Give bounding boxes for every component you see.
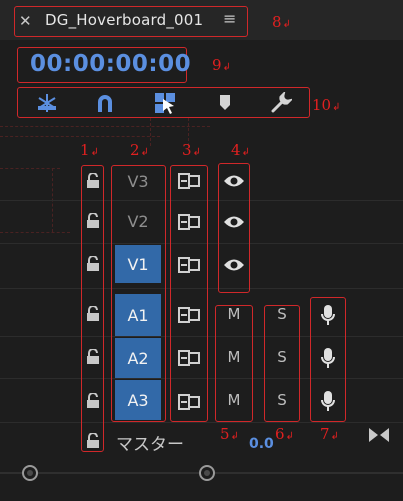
sync-lock-icon[interactable] xyxy=(177,392,201,412)
mute-button-a2[interactable]: M xyxy=(224,348,244,366)
callout-6: 6↲ xyxy=(275,425,294,443)
microphone-icon[interactable] xyxy=(316,389,340,413)
track-target-v3[interactable]: V3 xyxy=(115,162,161,200)
callout-1: 1↲ xyxy=(80,141,99,159)
track-target-v1[interactable]: V1 xyxy=(115,245,161,283)
track-divider xyxy=(0,422,403,423)
callout-5: 5↲ xyxy=(220,425,239,443)
guide-line xyxy=(150,118,151,146)
sync-lock-icon[interactable] xyxy=(177,348,201,368)
track-lock-icon[interactable] xyxy=(84,255,102,273)
guide-line xyxy=(0,126,210,127)
timeline-toolbar xyxy=(17,87,310,118)
add-marker-icon[interactable] xyxy=(212,91,238,115)
solo-button-a2[interactable]: S xyxy=(272,348,292,366)
master-track-label: マスター xyxy=(116,435,184,455)
magnet-icon[interactable] xyxy=(92,91,118,115)
eye-icon[interactable] xyxy=(222,212,246,232)
close-icon[interactable]: ✕ xyxy=(19,12,32,30)
guide-line xyxy=(0,136,160,137)
callout-7: 7↲ xyxy=(320,425,339,443)
callout-3: 3↲ xyxy=(182,141,201,159)
linked-selection-icon[interactable] xyxy=(152,91,178,115)
microphone-icon[interactable] xyxy=(316,303,340,327)
mute-button-a3[interactable]: M xyxy=(224,391,244,409)
master-volume-value[interactable]: 0.0 xyxy=(249,436,274,452)
track-lock-icon[interactable] xyxy=(84,305,102,323)
sequence-name: DG_Hoverboard_001 xyxy=(45,11,204,29)
mute-button-a1[interactable]: M xyxy=(224,305,244,323)
collapse-expand-icon[interactable] xyxy=(368,427,390,447)
playhead-timecode[interactable]: 00:00:00:00 xyxy=(17,47,191,83)
callout-8: 8↲ xyxy=(272,13,291,31)
callout-2: 2↲ xyxy=(130,141,149,159)
callout-4: 4↲ xyxy=(231,141,250,159)
sync-lock-icon[interactable] xyxy=(177,212,201,232)
scrollbar-handle-left[interactable] xyxy=(22,465,38,481)
track-target-a3[interactable]: A3 xyxy=(115,380,161,420)
callout-10: 10↲ xyxy=(312,96,341,114)
track-target-v2[interactable]: V2 xyxy=(115,202,161,240)
sync-lock-icon[interactable] xyxy=(177,255,201,275)
wrench-icon[interactable] xyxy=(268,91,294,115)
zoom-scrollbar[interactable] xyxy=(0,463,403,483)
eye-icon[interactable] xyxy=(222,171,246,191)
track-lock-icon[interactable] xyxy=(84,432,102,450)
guide-line xyxy=(0,168,60,169)
sequence-tab[interactable]: ✕ DG_Hoverboard_001 ≡ xyxy=(14,6,248,37)
guide-line xyxy=(0,232,70,233)
timecode-value[interactable]: 00:00:00:00 xyxy=(30,51,191,77)
track-target-a1[interactable]: A1 xyxy=(115,294,161,336)
track-lock-icon[interactable] xyxy=(84,172,102,190)
sync-lock-column xyxy=(170,165,208,422)
track-lock-icon[interactable] xyxy=(84,212,102,230)
solo-button-a3[interactable]: S xyxy=(272,391,292,409)
sync-lock-icon[interactable] xyxy=(177,171,201,191)
microphone-icon[interactable] xyxy=(316,346,340,370)
panel-menu-icon[interactable]: ≡ xyxy=(223,9,236,28)
sync-lock-icon[interactable] xyxy=(177,305,201,325)
callout-9: 9↲ xyxy=(212,56,231,74)
track-target-a2[interactable]: A2 xyxy=(115,338,161,378)
solo-button-a1[interactable]: S xyxy=(272,305,292,323)
scrollbar-handle-right[interactable] xyxy=(199,465,215,481)
track-lock-icon[interactable] xyxy=(84,392,102,410)
snap-ripple-icon[interactable] xyxy=(34,91,60,115)
eye-icon[interactable] xyxy=(222,255,246,275)
track-lock-icon[interactable] xyxy=(84,348,102,366)
